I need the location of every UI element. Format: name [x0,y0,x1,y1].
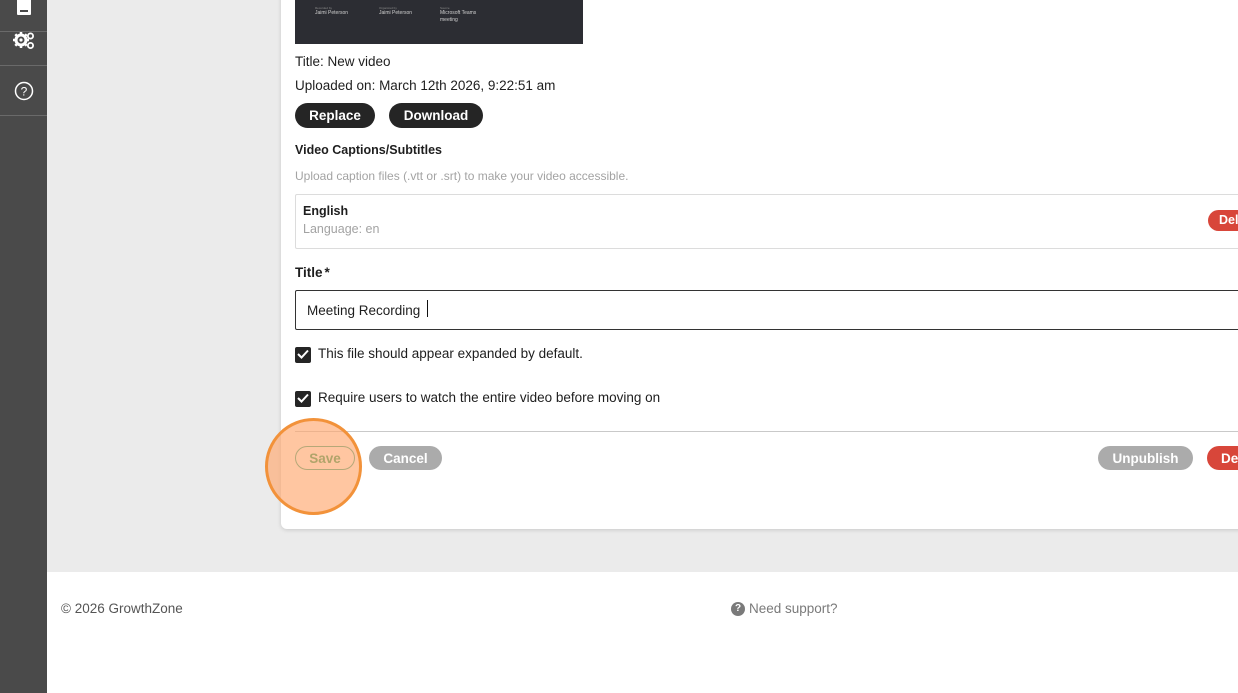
download-button[interactable]: Download [389,103,483,128]
support-link[interactable]: ? Need support? [731,601,838,616]
cancel-button[interactable]: Cancel [369,446,442,470]
unpublish-button[interactable]: Unpublish [1098,446,1193,470]
video-title-line: Title: New video [295,54,391,69]
text-caret [427,300,428,317]
sidebar: ? [0,0,47,693]
caption-delete-button[interactable]: Delete [1208,210,1238,231]
title-input[interactable] [295,290,1238,330]
help-circle-icon: ? [14,81,34,101]
checkmark-icon [297,346,309,364]
document-icon [16,0,32,16]
sidebar-item-help[interactable]: ? [0,67,47,116]
caption-item [295,194,1238,249]
question-circle-icon: ? [731,601,745,616]
captions-hint: Upload caption files (.vtt or .srt) to m… [295,169,629,183]
copyright-text: © 2026 GrowthZone [61,601,183,616]
save-button[interactable]: Save [295,446,355,470]
expanded-default-label: This file should appear expanded by defa… [318,346,583,361]
thumbnail-column: Recorded by Jaimi Peterson [315,6,349,16]
expanded-default-checkbox[interactable] [295,347,311,363]
thumbnail-column: Organized by Jaimi Peterson [379,6,413,16]
divider [295,431,1238,432]
title-field-label: Title * [295,265,330,280]
caption-name: English [303,204,349,218]
require-watch-label: Require users to watch the entire video … [318,390,661,405]
caption-language: Language: en [303,222,380,236]
captions-heading: Video Captions/Subtitles [295,143,443,157]
checkmark-icon [297,390,309,408]
footer [47,572,1238,693]
thumbnail-column: Source Microsoft Teams meeting [440,6,477,23]
video-thumbnail[interactable]: Recorded by Jaimi Peterson Organized by … [295,0,583,44]
svg-text:?: ? [20,85,27,99]
required-marker: * [324,265,330,280]
sidebar-item-settings[interactable] [0,17,47,66]
support-label: Need support? [749,601,838,616]
require-watch-checkbox[interactable] [295,391,311,407]
replace-button[interactable]: Replace [295,103,375,128]
delete-button[interactable]: Delete [1207,446,1238,470]
video-upload-date: Uploaded on: March 12th 2026, 9:22:51 am [295,78,556,93]
gears-icon [12,31,35,51]
